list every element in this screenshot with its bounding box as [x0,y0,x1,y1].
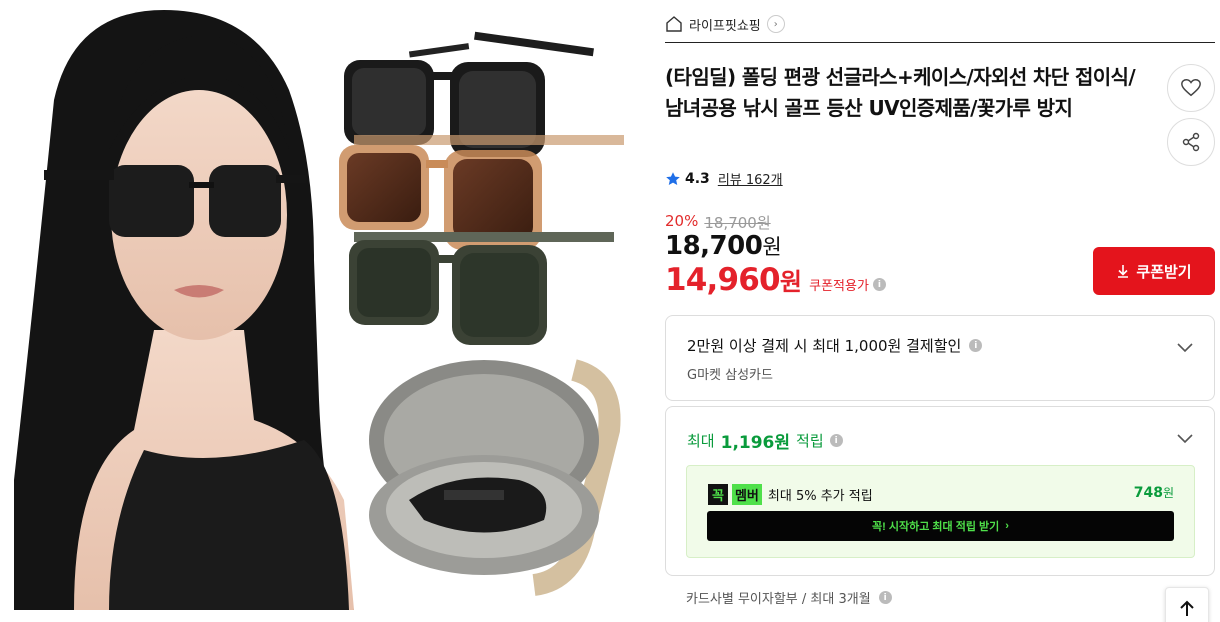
product-image [14,0,644,610]
star-icon [666,171,680,185]
sale-price-unit: 원 [762,235,782,259]
download-icon [1118,265,1129,278]
card-discount-row: 2만원 이상 결제 시 최대 1,000원 결제할인 i [687,335,983,356]
member-text: 최대 5% 추가 적립 [767,489,873,504]
coupon-applied-text: 쿠폰적용가 [809,279,869,294]
rating-row: 4.3 리뷰 162개 [665,169,783,188]
share-button[interactable] [1167,118,1215,166]
coupon-price-unit: 원 [779,268,802,296]
product-photo-illustration [14,10,624,610]
start-membership-button[interactable]: 꼭! 시작하고 최대 적립 받기 › [707,511,1174,541]
product-info-panel: 라이프핏쇼핑 › (타임딜) 폴딩 편광 선글라스+케이스/자외선 차단 접이식… [665,0,1215,622]
points-box: 최대 1,196원 적립 i 꼭 멤버 최대 5% 추가 적립 748원 꼭! 시… [665,406,1215,576]
discount-rate: 20% [665,212,699,230]
card-discount-text: 2만원 이상 결제 시 최대 1,000원 결제할인 [687,337,962,355]
member-badge-2: 멤버 [731,484,762,505]
coupon-download-button[interactable]: 쿠폰받기 [1093,247,1215,295]
heart-icon [1181,79,1201,97]
shop-name[interactable]: 라이프핏쇼핑 [689,15,761,34]
coupon-price-row: 14,960원 쿠폰적용가 i [665,262,886,298]
installment-row: 카드사별 무이자할부 / 최대 3개월 i [686,588,892,607]
card-discount-box[interactable]: 2만원 이상 결제 시 최대 1,000원 결제할인 i G마켓 삼성카드 [665,315,1215,401]
original-price: 18,700원 [704,214,771,232]
member-points: 748원 [1134,484,1174,501]
coupon-price: 14,960원 [665,262,802,298]
card-name: G마켓 삼성카드 [687,368,773,383]
chevron-down-icon[interactable] [1176,429,1194,447]
points-amount: 1,196원 [720,433,791,453]
info-icon[interactable]: i [872,278,886,291]
info-icon[interactable]: i [829,434,843,447]
coupon-applied-label: 쿠폰적용가 i [809,275,886,294]
member-row: 꼭 멤버 최대 5% 추가 적립 [708,484,873,505]
share-icon [1182,132,1200,152]
member-benefit-box: 꼭 멤버 최대 5% 추가 적립 748원 꼭! 시작하고 최대 적립 받기 › [686,465,1195,558]
chevron-right-icon: › [1005,520,1009,532]
product-title: (타임딜) 폴딩 편광 선글라스+케이스/자외선 차단 접이식/남녀공용 낚시 … [665,65,1136,120]
info-icon[interactable]: i [969,339,983,352]
chevron-down-icon[interactable] [1176,338,1194,356]
member-points-unit: 원 [1162,486,1174,500]
info-icon[interactable]: i [878,591,892,604]
sale-price-number: 18,700 [665,231,763,261]
rating-score: 4.3 [685,170,710,187]
member-badge-1: 꼭 [708,484,728,505]
home-icon [666,16,682,32]
points-prefix: 최대 [687,432,715,450]
points-suffix: 적립 [796,432,824,450]
shop-link[interactable]: 라이프핏쇼핑 › [665,12,785,36]
coupon-button-label: 쿠폰받기 [1136,263,1192,281]
discount-row: 20% 18,700원 [665,212,771,233]
installment-text: 카드사별 무이자할부 / 최대 3개월 [686,592,871,607]
start-button-label: 꼭! 시작하고 최대 적립 받기 [872,521,1000,533]
sale-price: 18,700원 [665,231,782,261]
member-points-number: 748 [1133,485,1163,501]
divider [665,42,1215,43]
coupon-price-number: 14,960 [665,262,781,298]
wishlist-button[interactable] [1167,64,1215,112]
points-row: 최대 1,196원 적립 i [687,428,843,453]
chevron-right-icon[interactable]: › [766,15,785,33]
arrow-up-icon [1180,600,1194,616]
scroll-top-button[interactable] [1165,587,1209,622]
review-count-link[interactable]: 리뷰 162개 [718,169,783,188]
